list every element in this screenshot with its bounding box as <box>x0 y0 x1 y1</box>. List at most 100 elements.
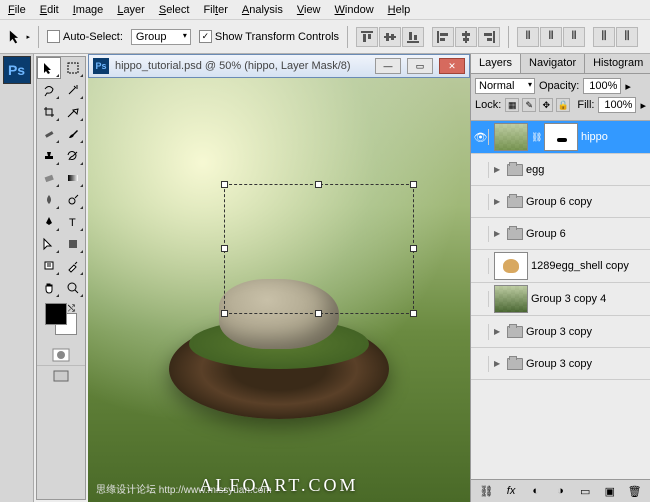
mask-link-icon[interactable]: ⛓ <box>531 132 541 143</box>
layer-name[interactable]: Group 3 copy <box>526 358 648 370</box>
visibility-icon[interactable] <box>473 291 489 307</box>
heal-tool[interactable] <box>37 123 61 145</box>
close-button[interactable]: ✕ <box>439 58 465 74</box>
layer-row[interactable]: ▶Group 6 copy <box>471 186 650 218</box>
show-transform-checkbox[interactable]: ✓Show Transform Controls <box>199 30 339 43</box>
visibility-icon[interactable] <box>473 162 489 178</box>
menu-window[interactable]: Window <box>335 4 374 16</box>
handle-tr[interactable] <box>410 181 417 188</box>
opacity-input[interactable]: 100% <box>583 78 621 94</box>
layer-name[interactable]: Group 3 copy 4 <box>531 293 648 305</box>
blend-mode-combo[interactable]: Normal <box>475 78 535 94</box>
menu-analysis[interactable]: Analysis <box>242 4 283 16</box>
handle-mr[interactable] <box>410 245 417 252</box>
minimize-button[interactable]: — <box>375 58 401 74</box>
delete-layer-icon[interactable]: 🗑 <box>626 483 644 499</box>
expand-icon[interactable]: ▶ <box>494 165 504 174</box>
layer-row[interactable]: 👁⛓hippo <box>471 121 650 154</box>
blur-tool[interactable] <box>37 189 61 211</box>
visibility-icon[interactable] <box>473 258 489 274</box>
layer-group-icon[interactable]: ▭ <box>576 483 594 499</box>
lock-position-icon[interactable]: ✥ <box>539 98 553 112</box>
tab-layers[interactable]: Layers <box>471 54 521 73</box>
layer-thumb[interactable] <box>494 123 528 151</box>
move-tool[interactable] <box>37 57 61 79</box>
layer-row[interactable]: 1289egg_shell copy <box>471 250 650 283</box>
opacity-slider-icon[interactable]: ▸ <box>625 80 631 93</box>
align-hcenter-icon[interactable] <box>455 27 477 47</box>
visibility-icon[interactable] <box>473 194 489 210</box>
screen-mode-toggle[interactable] <box>37 365 85 386</box>
handle-ml[interactable] <box>221 245 228 252</box>
layer-row[interactable]: ▶ Group 3 copy <box>471 348 650 380</box>
menu-edit[interactable]: Edit <box>40 4 59 16</box>
maximize-button[interactable]: ▭ <box>407 58 433 74</box>
mask-thumb[interactable] <box>544 123 578 151</box>
link-layers-icon[interactable]: ⛓ <box>477 483 495 499</box>
align-vcenter-icon[interactable] <box>379 27 401 47</box>
layer-thumb[interactable] <box>494 285 528 313</box>
path-tool[interactable] <box>37 233 61 255</box>
swap-colors-icon[interactable]: ⤭ <box>68 303 75 314</box>
expand-icon[interactable]: ▶ <box>494 197 504 206</box>
handle-tm[interactable] <box>315 181 322 188</box>
transform-box[interactable] <box>224 184 414 314</box>
layer-name[interactable]: Group 3 copy <box>526 326 648 338</box>
gradient-tool[interactable] <box>61 167 85 189</box>
handle-tl[interactable] <box>221 181 228 188</box>
auto-select-combo[interactable]: Group <box>131 29 191 45</box>
dist-4-icon[interactable]: ⫼ <box>593 27 615 47</box>
menu-image[interactable]: Image <box>73 4 104 16</box>
handle-bm[interactable] <box>315 310 322 317</box>
menu-help[interactable]: Help <box>388 4 411 16</box>
fill-slider-icon[interactable]: ▸ <box>640 99 646 112</box>
pen-tool[interactable] <box>37 211 61 233</box>
lock-paint-icon[interactable]: ✎ <box>522 98 536 112</box>
expand-icon[interactable]: ▶ <box>494 229 504 238</box>
quick-mask-toggle[interactable] <box>37 345 85 365</box>
tab-navigator[interactable]: Navigator <box>521 54 585 73</box>
history-brush-tool[interactable] <box>61 145 85 167</box>
wand-tool[interactable] <box>61 79 85 101</box>
hand-tool[interactable] <box>37 277 61 299</box>
zoom-tool[interactable] <box>61 277 85 299</box>
align-bottom-icon[interactable] <box>402 27 424 47</box>
handle-br[interactable] <box>410 310 417 317</box>
layer-row[interactable]: Group 3 copy 4 <box>471 283 650 316</box>
layer-thumb[interactable] <box>494 252 528 280</box>
marquee-tool[interactable] <box>61 57 85 79</box>
lock-transparency-icon[interactable]: ▦ <box>505 98 519 112</box>
slice-tool[interactable] <box>61 101 85 123</box>
align-top-icon[interactable] <box>356 27 378 47</box>
adjustment-layer-icon[interactable]: ◑ <box>551 483 569 499</box>
align-right-icon[interactable] <box>478 27 500 47</box>
brush-tool[interactable] <box>61 123 85 145</box>
menu-layer[interactable]: Layer <box>117 4 145 16</box>
layer-fx-icon[interactable]: fx <box>502 483 520 499</box>
move-tool-icon[interactable]: ▸ <box>8 26 30 48</box>
dist-3-icon[interactable]: ⫴ <box>563 27 585 47</box>
handle-bl[interactable] <box>221 310 228 317</box>
lasso-tool[interactable] <box>37 79 61 101</box>
color-swatch[interactable]: ⤭ <box>41 303 81 341</box>
visibility-icon[interactable] <box>473 226 489 242</box>
layer-name[interactable]: 1289egg_shell copy <box>531 260 648 272</box>
layer-name[interactable]: hippo <box>581 131 648 143</box>
expand-icon[interactable]: ▶ <box>494 359 504 368</box>
dist-5-icon[interactable]: ⫼ <box>616 27 638 47</box>
lock-all-icon[interactable]: 🔒 <box>556 98 570 112</box>
crop-tool[interactable] <box>37 101 61 123</box>
dist-1-icon[interactable]: ⫴ <box>517 27 539 47</box>
layer-row[interactable]: ▶egg <box>471 154 650 186</box>
menu-select[interactable]: Select <box>159 4 190 16</box>
canvas[interactable]: 思缘设计论坛 http://www.missyuan.com ALFOART.C… <box>88 78 470 502</box>
eraser-tool[interactable] <box>37 167 61 189</box>
layer-mask-icon[interactable]: ◐ <box>527 483 545 499</box>
shape-tool[interactable] <box>61 233 85 255</box>
layer-row[interactable]: ▶ Group 3 copy <box>471 316 650 348</box>
expand-icon[interactable]: ▶ <box>494 327 504 336</box>
eyedropper-tool[interactable] <box>61 255 85 277</box>
visibility-icon[interactable] <box>473 356 489 372</box>
notes-tool[interactable] <box>37 255 61 277</box>
layer-list[interactable]: 👁⛓hippo▶egg▶Group 6 copy▶Group 61289egg_… <box>471 121 650 479</box>
